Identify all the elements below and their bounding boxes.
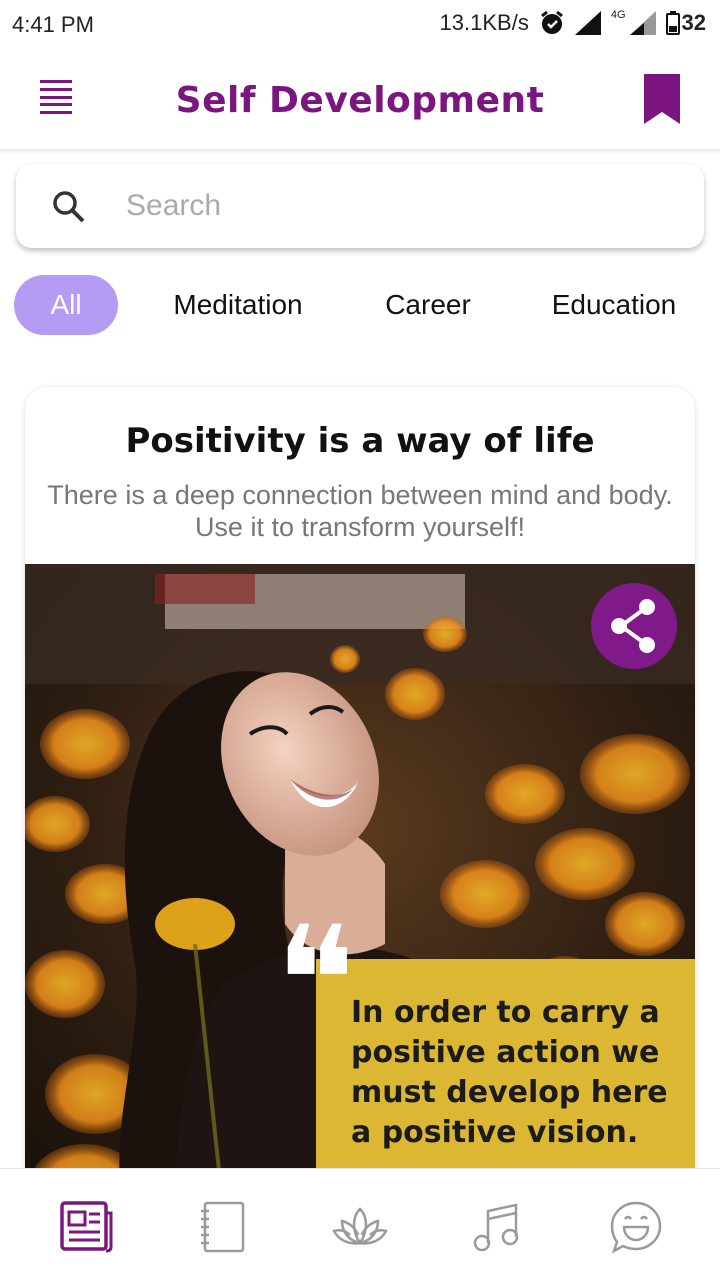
music-note-icon[interactable]	[470, 1199, 526, 1255]
battery-icon	[665, 11, 680, 35]
search-bar	[16, 164, 704, 248]
search-icon[interactable]	[52, 190, 86, 224]
signal-4g-icon	[629, 11, 656, 35]
signal-icon	[574, 11, 601, 35]
search-input[interactable]	[126, 184, 666, 228]
network-speed: 13.1KB/s	[439, 10, 529, 35]
share-icon	[611, 599, 655, 653]
app-header: Self Development	[0, 50, 720, 150]
article-subtitle-line1: There is a deep connection between mind …	[47, 480, 673, 510]
tab-all[interactable]: All	[14, 275, 118, 335]
alarm-icon	[540, 10, 563, 34]
lotus-icon[interactable]	[332, 1199, 388, 1255]
chat-smiley-icon[interactable]	[608, 1199, 664, 1255]
tab-education[interactable]: Education	[544, 275, 684, 335]
article-card[interactable]: Positivity is a way of life There is a d…	[25, 387, 695, 1227]
quote-mark-icon: ❝	[275, 895, 356, 1069]
status-time: 4:41 PM	[12, 12, 94, 37]
news-icon[interactable]	[58, 1199, 114, 1255]
category-tabs: All Meditation Career Education	[14, 275, 714, 335]
tab-career[interactable]: Career	[378, 275, 478, 335]
battery-level: 32	[681, 10, 706, 35]
bottom-nav	[0, 1168, 720, 1280]
tab-meditation[interactable]: Meditation	[160, 275, 316, 335]
article-title: Positivity is a way of life	[125, 421, 595, 461]
network-type: 4G	[610, 9, 626, 21]
status-icons: 13.1KB/s 4G 32	[439, 9, 706, 36]
bookmark-icon[interactable]	[642, 74, 682, 124]
article-subtitle-line2: Use it to transform yourself!	[194, 512, 526, 542]
article-subtitle: There is a deep connection between mind …	[35, 479, 685, 543]
page-title: Self Development	[175, 80, 545, 121]
share-button[interactable]	[591, 583, 677, 669]
quote-text: In order to carry a positive action we m…	[351, 995, 668, 1150]
notebook-icon[interactable]	[195, 1199, 251, 1255]
status-bar: 4:41 PM 13.1KB/s 4G 32	[0, 0, 720, 50]
